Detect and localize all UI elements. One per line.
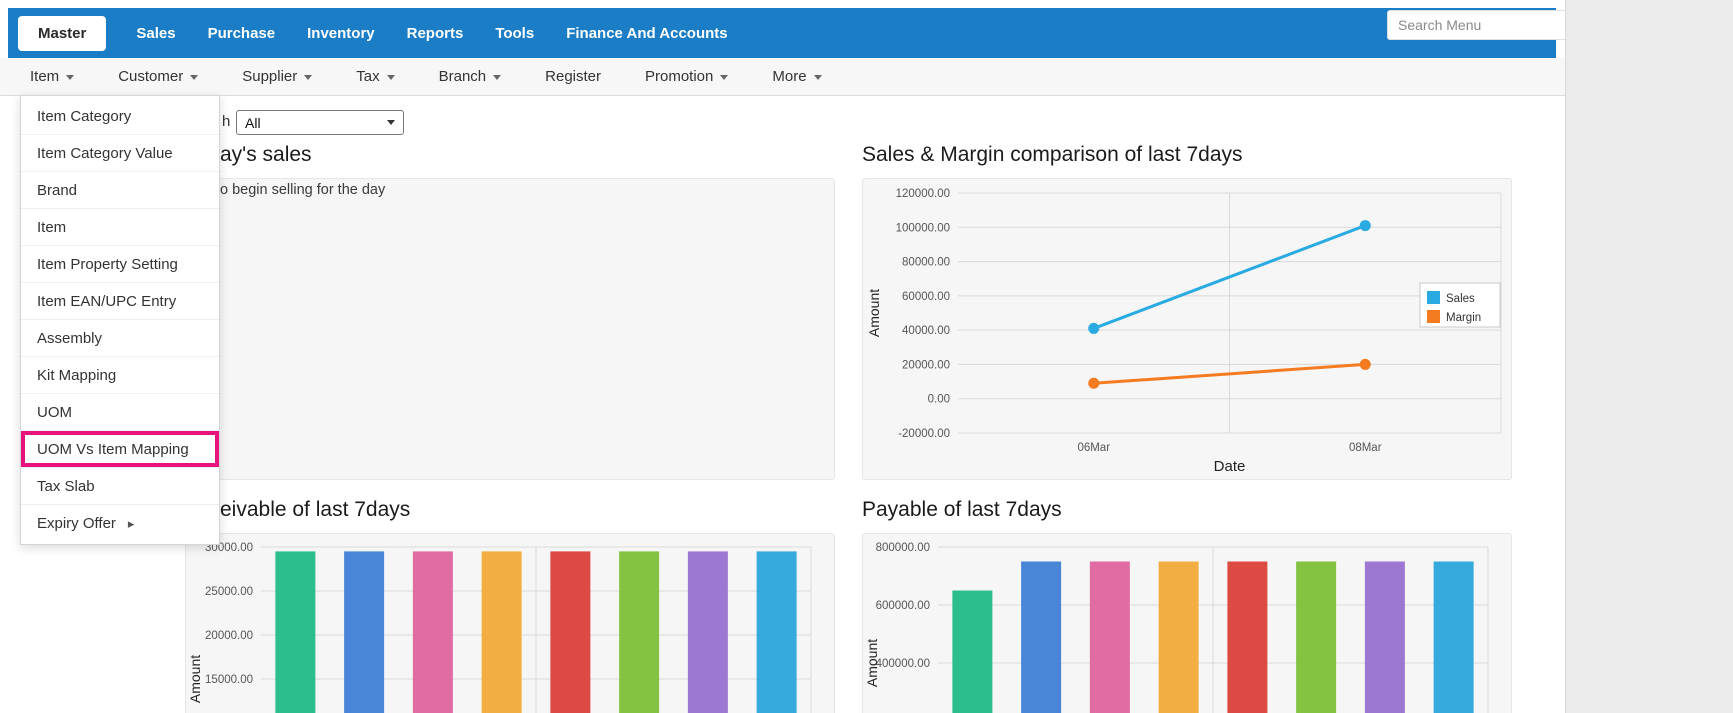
submenu-arrow-icon: ▸ bbox=[128, 517, 135, 530]
svg-text:Sales: Sales bbox=[1446, 293, 1475, 305]
today-sales-body-text: o begin selling for the day bbox=[220, 182, 385, 198]
chevron-down-icon bbox=[814, 75, 822, 80]
subnav-item-register[interactable]: Register bbox=[545, 68, 601, 85]
svg-text:0.00: 0.00 bbox=[928, 394, 950, 406]
payable-chart: 800000.00600000.00400000.00200000.000.00… bbox=[863, 534, 1511, 713]
svg-text:08Mar: 08Mar bbox=[1349, 442, 1382, 454]
dropdown-item-item[interactable]: Item bbox=[21, 209, 219, 246]
dropdown-item-item-category[interactable]: Item Category bbox=[21, 98, 219, 135]
svg-text:Amount: Amount bbox=[187, 655, 203, 703]
search-menu-input[interactable] bbox=[1387, 10, 1587, 40]
subnav-item-label: Promotion bbox=[645, 68, 713, 85]
svg-text:800000.00: 800000.00 bbox=[876, 542, 930, 554]
subnav-item-label: Supplier bbox=[242, 68, 297, 85]
page: Master Sales Purchase Inventory Reports … bbox=[0, 0, 1733, 713]
today-sales-heading: ay's sales bbox=[220, 143, 312, 167]
receivable-panel: 30000.0025000.0020000.0015000.0010000.00… bbox=[185, 533, 835, 713]
svg-text:Margin: Margin bbox=[1446, 312, 1481, 324]
chevron-down-icon bbox=[66, 75, 74, 80]
subnav-item-promotion[interactable]: Promotion bbox=[645, 68, 728, 85]
svg-text:Date: Date bbox=[1214, 458, 1246, 475]
svg-text:40000.00: 40000.00 bbox=[902, 325, 950, 337]
nav-finance-and-accounts[interactable]: Finance And Accounts bbox=[566, 25, 727, 42]
subnav-item-label: More bbox=[772, 68, 806, 85]
chevron-down-icon bbox=[720, 75, 728, 80]
dropdown-item-uom-vs-item-mapping[interactable]: UOM Vs Item Mapping bbox=[21, 431, 219, 468]
svg-text:80000.00: 80000.00 bbox=[902, 257, 950, 269]
subnav-item-label: Tax bbox=[356, 68, 379, 85]
svg-text:15000.00: 15000.00 bbox=[205, 674, 253, 686]
nav-tools[interactable]: Tools bbox=[495, 25, 534, 42]
nav-sales[interactable]: Sales bbox=[136, 25, 175, 42]
subnav-item-label: Item bbox=[30, 68, 59, 85]
payable-panel: 800000.00600000.00400000.00200000.000.00… bbox=[862, 533, 1512, 713]
svg-text:600000.00: 600000.00 bbox=[876, 600, 930, 612]
branch-filter-select[interactable]: All bbox=[236, 110, 404, 135]
subnav-item-label: Branch bbox=[439, 68, 487, 85]
sub-navbar: Item Customer Supplier Tax Branch Regist… bbox=[0, 58, 1565, 96]
subnav-item-label: Customer bbox=[118, 68, 183, 85]
today-sales-panel bbox=[185, 178, 835, 480]
svg-text:120000.00: 120000.00 bbox=[896, 188, 950, 200]
branch-label-fragment: h bbox=[222, 113, 230, 130]
chevron-down-icon bbox=[190, 75, 198, 80]
subnav-item-tax[interactable]: Tax bbox=[356, 68, 394, 85]
svg-text:25000.00: 25000.00 bbox=[205, 586, 253, 598]
dropdown-item-label: Expiry Offer bbox=[37, 505, 116, 542]
nav-inventory[interactable]: Inventory bbox=[307, 25, 375, 42]
subnav-item-branch[interactable]: Branch bbox=[439, 68, 502, 85]
subnav-item-more[interactable]: More bbox=[772, 68, 821, 85]
nav-purchase[interactable]: Purchase bbox=[208, 25, 276, 42]
chevron-down-icon bbox=[304, 75, 312, 80]
dropdown-item-brand[interactable]: Brand bbox=[21, 172, 219, 209]
svg-text:Amount: Amount bbox=[866, 289, 882, 337]
dropdown-item-item-category-value[interactable]: Item Category Value bbox=[21, 135, 219, 172]
subnav-item-label: Register bbox=[545, 68, 601, 85]
dropdown-item-kit-mapping[interactable]: Kit Mapping bbox=[21, 357, 219, 394]
nav-reports[interactable]: Reports bbox=[407, 25, 464, 42]
dropdown-item-expiry-offer[interactable]: Expiry Offer ▸ bbox=[21, 505, 219, 542]
dropdown-item-tax-slab[interactable]: Tax Slab bbox=[21, 468, 219, 505]
svg-text:06Mar: 06Mar bbox=[1077, 442, 1110, 454]
svg-text:Amount: Amount bbox=[864, 639, 880, 687]
subnav-item-item[interactable]: Item bbox=[30, 68, 74, 85]
sales-margin-panel: 120000.00 100000.00 80000.00 60000.00 40000.… bbox=[862, 178, 1512, 480]
sales-margin-heading: Sales & Margin comparison of last 7days bbox=[862, 143, 1243, 167]
receivable-heading: eivable of last 7days bbox=[220, 498, 410, 522]
sales-margin-chart: 120000.00 100000.00 80000.00 60000.00 40000.… bbox=[863, 179, 1511, 484]
svg-text:100000.00: 100000.00 bbox=[896, 222, 950, 234]
payable-heading: Payable of last 7days bbox=[862, 498, 1062, 522]
window-gutter bbox=[1565, 0, 1733, 713]
chevron-down-icon bbox=[387, 120, 395, 125]
dropdown-item-assembly[interactable]: Assembly bbox=[21, 320, 219, 357]
subnav-item-customer[interactable]: Customer bbox=[118, 68, 198, 85]
svg-text:20000.00: 20000.00 bbox=[902, 359, 950, 371]
item-dropdown-menu: Item Category Item Category Value Brand … bbox=[20, 95, 220, 545]
svg-text:-20000.00: -20000.00 bbox=[898, 428, 950, 440]
branch-filter-value: All bbox=[245, 115, 261, 131]
top-navbar: Master Sales Purchase Inventory Reports … bbox=[8, 8, 1556, 58]
receivable-chart: 30000.0025000.0020000.0015000.0010000.00… bbox=[186, 534, 834, 713]
dropdown-item-item-property-setting[interactable]: Item Property Setting bbox=[21, 246, 219, 283]
svg-text:60000.00: 60000.00 bbox=[902, 291, 950, 303]
dropdown-item-uom[interactable]: UOM bbox=[21, 394, 219, 431]
chevron-down-icon bbox=[493, 75, 501, 80]
chevron-down-icon bbox=[387, 75, 395, 80]
svg-text:20000.00: 20000.00 bbox=[205, 630, 253, 642]
nav-master[interactable]: Master bbox=[18, 16, 106, 51]
svg-text:400000.00: 400000.00 bbox=[876, 658, 930, 670]
dropdown-item-item-ean-upc-entry[interactable]: Item EAN/UPC Entry bbox=[21, 283, 219, 320]
subnav-item-supplier[interactable]: Supplier bbox=[242, 68, 312, 85]
